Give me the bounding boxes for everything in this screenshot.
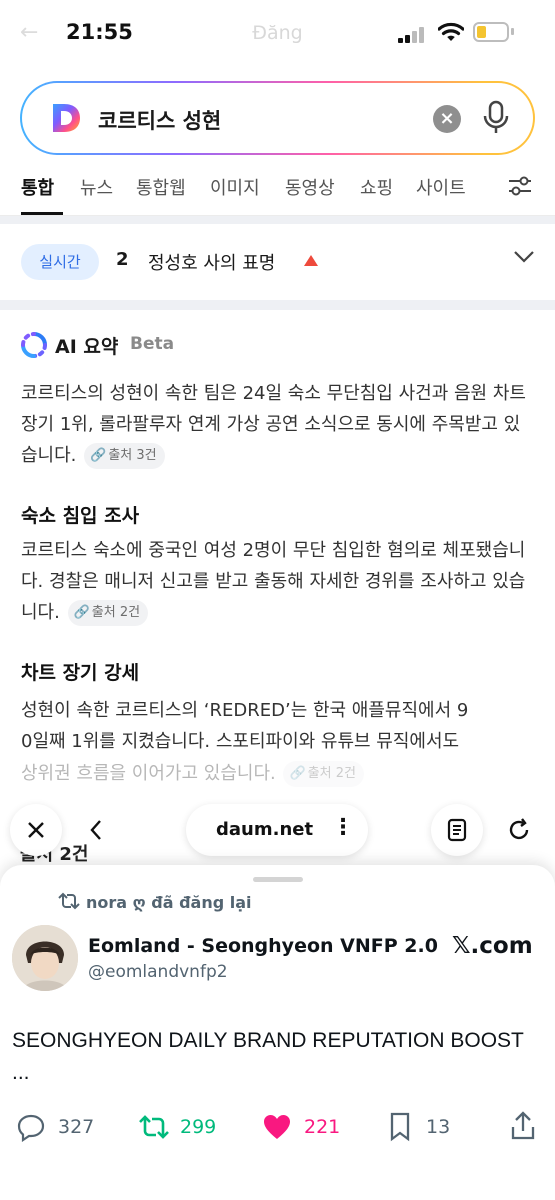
source-chip-label: 출처 2건 (307, 766, 356, 781)
section-body-chart-line3-text: 상위권 흐름을 이어가고 있습니다. (21, 763, 276, 784)
bookmark-count: 13 (426, 1116, 451, 1138)
tab-videos[interactable]: 동영상 (285, 174, 335, 200)
tab-news[interactable]: 뉴스 (80, 174, 113, 200)
clear-search-button[interactable]: × (433, 105, 461, 133)
bookmark-icon (390, 1112, 410, 1142)
search-input[interactable]: 코르티스 성현 (98, 105, 221, 135)
cellular-signal-icon (398, 27, 428, 43)
reload-icon (509, 818, 529, 840)
repost-label: nora ღ đã đăng lại (86, 893, 252, 912)
section-body-chart-line3: 상위권 흐름을 이어가고 있습니다. 🔗 출처 2건 (21, 758, 536, 789)
section-divider (0, 300, 555, 310)
link-icon: 🔗 (289, 766, 306, 781)
reader-mode-button[interactable] (431, 804, 483, 856)
chevron-left-icon (90, 820, 101, 840)
section-divider (0, 216, 555, 224)
ai-sparkle-icon (21, 332, 47, 358)
repost-count: 299 (180, 1116, 217, 1138)
realtime-badge: 실시간 (21, 244, 99, 280)
section-title-chart: 차트 장기 강세 (21, 662, 140, 684)
close-icon (28, 822, 44, 838)
search-tabs: 통합 뉴스 통합웹 이미지 동영상 쇼핑 사이트 (0, 168, 555, 216)
author-avatar[interactable] (12, 925, 78, 991)
link-icon: 🔗 (73, 605, 90, 620)
link-icon: 🔗 (90, 448, 107, 463)
source-chip[interactable]: 🔗 출처 2건 (67, 600, 149, 626)
address-bar[interactable]: daum.net ⋮ (186, 804, 368, 856)
tab-images[interactable]: 이미지 (210, 174, 260, 200)
more-options-icon[interactable]: ⋮ (332, 815, 354, 840)
filter-settings-icon[interactable] (507, 174, 533, 198)
author-name[interactable]: Eomland - Seonghyeon VNFP 2.0 (88, 935, 438, 957)
back-button[interactable] (70, 804, 122, 856)
author-handle[interactable]: @eomlandvnfp2 (88, 962, 228, 982)
tab-shopping[interactable]: 쇼핑 (360, 174, 393, 200)
sheet-drag-handle[interactable] (253, 877, 303, 882)
status-time: 21:55 (66, 20, 133, 44)
avatar-photo (12, 925, 78, 991)
tweet-actions: 327 299 221 13 (0, 1110, 555, 1150)
beta-label: Beta (130, 334, 175, 354)
section-body-chart-line2: 0일째 1위를 지켰습니다. 스포티파이와 유튜브 뮤직에서도 (21, 731, 460, 752)
url-text: daum.net (216, 819, 314, 840)
close-tab-button[interactable] (10, 804, 62, 856)
battery-icon (473, 22, 509, 42)
trend-rank: 2 (116, 249, 129, 270)
share-icon (511, 1111, 535, 1140)
realtime-trend[interactable]: 실시간 2 정성호 사의 표명 (0, 224, 555, 300)
repost-icon (58, 892, 80, 910)
tab-sites[interactable]: 사이트 (416, 174, 466, 200)
tweet-bottom-sheet: nora ღ đã đăng lại Eomland - Seonghyeon … (0, 865, 555, 1200)
heart-icon (264, 1115, 290, 1139)
microphone-icon[interactable] (482, 100, 510, 136)
retweet-icon (139, 1115, 169, 1139)
trend-up-icon (304, 255, 318, 266)
tab-integrated[interactable]: 통합 (21, 174, 54, 200)
section-body-intrusion: 코르티스 숙소에 중국인 여성 2명이 무단 침입한 혐의로 체포됐습니다. 경… (21, 535, 536, 628)
reply-icon (17, 1114, 45, 1142)
source-chip-label: 출처 2건 (91, 605, 141, 620)
section-title-intrusion: 숙소 침입 조사 (21, 505, 140, 527)
section-body-chart-line1: 성현이 속한 코르티스의 ‘REDRED’는 한국 애플뮤직에서 9 (21, 700, 469, 721)
search-bar[interactable]: 코르티스 성현 × (20, 81, 535, 155)
wifi-icon (438, 22, 464, 41)
reply-count: 327 (58, 1116, 95, 1138)
like-count: 221 (304, 1116, 341, 1138)
source-chip-label: 출처 3건 (108, 448, 157, 463)
status-bar: ← Đăng 21:55 (0, 0, 555, 68)
chevron-down-icon[interactable] (513, 250, 535, 264)
daum-logo-icon (53, 104, 80, 132)
source-chip[interactable]: 🔗 출처 2건 (283, 761, 364, 787)
battery-tip (511, 28, 514, 35)
reader-icon (447, 818, 467, 842)
tab-web[interactable]: 통합웹 (136, 174, 186, 200)
x-logo[interactable]: 𝕏.com (452, 933, 533, 959)
ai-summary-title: AI 요약 (55, 336, 119, 358)
browser-toolbar: daum.net ⋮ (0, 800, 555, 862)
tweet-text[interactable]: SEONGHYEON DAILY BRAND REPUTATION BOOST … (12, 1025, 532, 1089)
ai-summary-intro: 코르티스의 성현이 속한 팀은 24일 숙소 무단침입 사건과 음원 차트 장기… (21, 378, 536, 471)
trend-keyword[interactable]: 정성호 사의 표명 (148, 249, 275, 275)
reload-button[interactable] (493, 804, 545, 856)
source-chip[interactable]: 🔗 출처 3건 (84, 443, 165, 469)
active-tab-indicator (21, 212, 63, 215)
